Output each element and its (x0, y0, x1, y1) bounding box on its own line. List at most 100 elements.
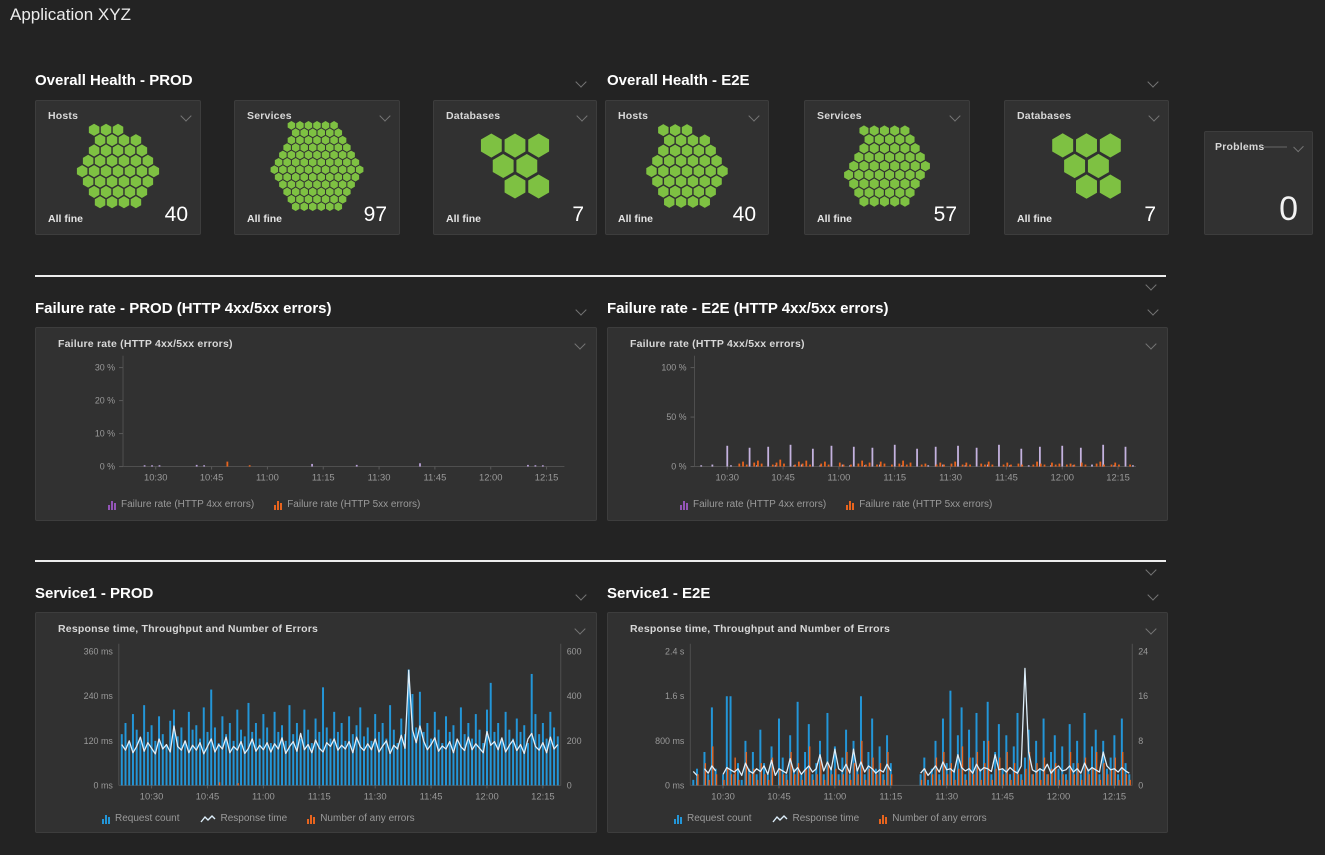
chevron-down-icon[interactable] (180, 110, 191, 121)
chart-tile-failure-prod[interactable]: Failure rate (HTTP 4xx/5xx errors) 0 %10… (35, 327, 597, 521)
chevron-down-icon[interactable] (1145, 279, 1156, 290)
svg-text:11:30: 11:30 (935, 790, 958, 801)
health-tile-hosts-e2e[interactable]: Hosts All fine40 (605, 100, 769, 235)
section-title-failure-prod: Failure rate - PROD (HTTP 4xx/5xx errors… (35, 300, 332, 317)
tile-title: Databases (1017, 110, 1071, 122)
health-tile-hosts-prod[interactable]: Hosts All fine40 (35, 100, 201, 235)
svg-text:11:30: 11:30 (939, 471, 962, 482)
chart-tile-service1-e2e[interactable]: Response time, Throughput and Number of … (607, 612, 1168, 833)
chart-tile-failure-e2e[interactable]: Failure rate (HTTP 4xx/5xx errors) 0 %50… (607, 327, 1168, 521)
svg-text:11:00: 11:00 (828, 471, 851, 482)
chevron-down-icon[interactable] (1145, 564, 1156, 575)
bar-chart-icon (674, 815, 682, 824)
status-text: All fine (1017, 213, 1052, 225)
chevron-down-icon[interactable] (575, 76, 586, 87)
tile-title: Hosts (618, 110, 648, 122)
legend-label: Response time (793, 814, 860, 824)
legend-item: Number of any errors (307, 814, 414, 824)
svg-text:20 %: 20 % (95, 396, 115, 406)
legend-label: Number of any errors (892, 814, 986, 824)
line-chart-icon (772, 814, 788, 824)
legend-label: Response time (221, 814, 288, 824)
service-metrics-chart[interactable]: 0 ms800 ms1.6 s2.4 s08162410:3010:4511:0… (608, 613, 1167, 832)
svg-text:12:15: 12:15 (535, 471, 559, 482)
svg-text:0 ms: 0 ms (94, 780, 114, 790)
svg-text:12:00: 12:00 (1047, 790, 1071, 801)
sparkline-placeholder (1264, 146, 1286, 148)
chevron-down-icon[interactable] (748, 110, 759, 121)
status-text: All fine (446, 213, 481, 225)
health-tile-services-e2e[interactable]: Services All fine57 (804, 100, 970, 235)
svg-text:360 ms: 360 ms (84, 647, 114, 657)
svg-text:11:45: 11:45 (991, 790, 1014, 801)
legend-item: Response time (772, 814, 860, 824)
chevron-down-icon[interactable] (1147, 76, 1158, 87)
chevron-down-icon[interactable] (574, 623, 585, 634)
chevron-down-icon[interactable] (949, 110, 960, 121)
svg-text:800 ms: 800 ms (655, 736, 685, 746)
failure-rate-chart[interactable]: 0 %50 %100 %10:3010:4511:0011:1511:3011:… (608, 328, 1167, 520)
section-title-overall-health-e2e: Overall Health - E2E (607, 72, 750, 89)
chart-title: Failure rate (HTTP 4xx/5xx errors) (58, 338, 233, 350)
bar-chart-icon (307, 815, 315, 824)
tile-title: Databases (446, 110, 500, 122)
problems-tile[interactable]: Problems 0 (1204, 131, 1313, 235)
page-title: Application XYZ (10, 5, 131, 25)
chevron-down-icon[interactable] (1293, 142, 1304, 153)
chart-title: Response time, Throughput and Number of … (630, 623, 890, 635)
chevron-down-icon[interactable] (1147, 304, 1158, 315)
svg-text:100 %: 100 % (661, 363, 686, 373)
svg-text:11:30: 11:30 (368, 471, 391, 482)
svg-text:16: 16 (1138, 691, 1148, 701)
health-tile-databases-e2e[interactable]: Databases All fine7 (1004, 100, 1169, 235)
problems-count: 0 (1279, 192, 1298, 226)
svg-text:10:30: 10:30 (716, 471, 740, 482)
legend-label: Failure rate (HTTP 4xx errors) (121, 500, 254, 510)
svg-text:0 %: 0 % (671, 462, 686, 472)
svg-text:11:00: 11:00 (823, 790, 846, 801)
chevron-down-icon[interactable] (1148, 110, 1159, 121)
chart-title: Failure rate (HTTP 4xx/5xx errors) (630, 338, 805, 350)
health-tile-databases-prod[interactable]: Databases All fine7 (433, 100, 597, 235)
legend-label: Failure rate (HTTP 4xx errors) (693, 500, 826, 510)
health-tile-services-prod[interactable]: Services All fine97 (234, 100, 400, 235)
chevron-down-icon[interactable] (575, 589, 586, 600)
chart-tile-service1-prod[interactable]: Response time, Throughput and Number of … (35, 612, 597, 833)
svg-text:24: 24 (1138, 647, 1148, 657)
bar-chart-icon (879, 815, 887, 824)
chevron-down-icon[interactable] (1145, 338, 1156, 349)
bar-chart-icon (680, 501, 688, 510)
legend-item: Failure rate (HTTP 4xx errors) (108, 500, 254, 510)
svg-text:12:15: 12:15 (531, 790, 555, 801)
section-title-overall-health-prod: Overall Health - PROD (35, 72, 193, 89)
svg-text:12:15: 12:15 (1106, 471, 1130, 482)
chevron-down-icon[interactable] (379, 110, 390, 121)
failure-rate-chart[interactable]: 0 %10 %20 %30 %10:3010:4511:0011:1511:30… (36, 328, 596, 520)
chevron-down-icon[interactable] (574, 338, 585, 349)
chart-title: Response time, Throughput and Number of … (58, 623, 318, 635)
svg-text:12:15: 12:15 (1103, 790, 1127, 801)
legend-item: Failure rate (HTTP 4xx errors) (680, 500, 826, 510)
chevron-down-icon[interactable] (575, 304, 586, 315)
dashboard: Application XYZ Overall Health - PROD Ov… (0, 0, 1325, 855)
svg-text:12:00: 12:00 (1050, 471, 1074, 482)
svg-text:120 ms: 120 ms (84, 736, 114, 746)
legend-item: Failure rate (HTTP 5xx errors) (274, 500, 420, 510)
tile-title: Problems (1215, 141, 1264, 153)
bar-chart-icon (108, 501, 116, 510)
chevron-down-icon[interactable] (576, 110, 587, 121)
service-metrics-chart[interactable]: 0 ms120 ms240 ms360 ms020040060010:3010:… (36, 613, 596, 832)
svg-text:600: 600 (567, 647, 582, 657)
section-title-service1-prod: Service1 - PROD (35, 585, 153, 602)
bar-chart-icon (846, 501, 854, 510)
svg-text:10:45: 10:45 (200, 471, 224, 482)
svg-text:200: 200 (567, 736, 582, 746)
svg-text:30 %: 30 % (95, 363, 115, 373)
section-title-failure-e2e: Failure rate - E2E (HTTP 4xx/5xx errors) (607, 300, 889, 317)
section-title-service1-e2e: Service1 - E2E (607, 585, 710, 602)
svg-text:12:00: 12:00 (479, 471, 502, 482)
tile-title: Hosts (48, 110, 78, 122)
chevron-down-icon[interactable] (1145, 623, 1156, 634)
chevron-down-icon[interactable] (1147, 589, 1158, 600)
entity-count: 40 (733, 204, 756, 225)
